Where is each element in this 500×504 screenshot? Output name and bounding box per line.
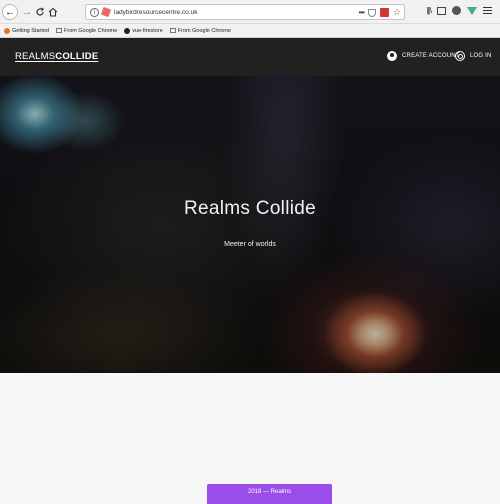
vue-devtools-icon[interactable] bbox=[467, 6, 477, 15]
site-logo[interactable]: REALMSCOLLIDE bbox=[15, 51, 98, 62]
ghostery-icon[interactable] bbox=[452, 6, 461, 15]
reload-button[interactable] bbox=[33, 5, 47, 19]
bookmark-label: From Google Chrome bbox=[64, 27, 118, 34]
url-text[interactable]: ladybirdresourcecentre.co.uk bbox=[114, 9, 197, 16]
bookmark-label: vue-firestore bbox=[132, 27, 163, 34]
folder-icon bbox=[56, 28, 62, 33]
hero-subtitle: Meeter of worlds bbox=[224, 241, 276, 248]
address-bar[interactable]: i ladybirdresourcecentre.co.uk ••• ☆ bbox=[85, 4, 405, 20]
home-icon bbox=[48, 7, 58, 17]
log-in-label: LOG IN bbox=[470, 53, 492, 59]
fingerprint-icon bbox=[455, 51, 465, 61]
forward-button[interactable]: → bbox=[20, 5, 34, 19]
page-actions-icon[interactable]: ••• bbox=[359, 8, 365, 17]
info-icon[interactable]: i bbox=[90, 7, 99, 17]
home-button[interactable] bbox=[46, 5, 60, 19]
hero-overlay bbox=[0, 76, 500, 373]
folder-icon bbox=[169, 28, 176, 33]
library-icon[interactable]: |||\ bbox=[427, 6, 433, 15]
create-account-label: CREATE ACCOUNT bbox=[402, 53, 460, 59]
create-account-link[interactable]: CREATE ACCOUNT bbox=[387, 51, 460, 61]
extension-icon[interactable] bbox=[379, 8, 389, 17]
page-content: 2018 — Realms bbox=[0, 373, 500, 504]
hamburger-menu-icon[interactable] bbox=[483, 7, 492, 14]
bookmark-vue-firestore[interactable]: vue-firestore bbox=[124, 27, 163, 34]
bookmark-label: From Google Chrome bbox=[177, 27, 231, 34]
bookmark-from-google-chrome[interactable]: From Google Chrome bbox=[56, 28, 117, 34]
hero-title: Realms Collide bbox=[184, 198, 316, 219]
bookmark-getting-started[interactable]: Getting Started bbox=[4, 27, 49, 34]
firefox-icon bbox=[4, 27, 10, 34]
bookmarks-bar: Getting Started From Google Chrome vue-f… bbox=[0, 24, 500, 38]
browser-nav-bar: ← → i ladybirdresourcecentre.co.uk ••• ☆… bbox=[0, 0, 500, 24]
pocket-icon[interactable] bbox=[367, 8, 376, 17]
bookmark-star-icon[interactable]: ☆ bbox=[393, 7, 401, 18]
github-icon bbox=[124, 27, 131, 34]
reload-icon bbox=[36, 7, 45, 16]
site-identity-icon[interactable] bbox=[100, 6, 112, 18]
sidebar-icon[interactable] bbox=[437, 6, 446, 15]
logo-light-text: REALMS bbox=[15, 51, 56, 62]
logo-bold-text: COLLIDE bbox=[55, 51, 99, 62]
log-in-link[interactable]: LOG IN bbox=[455, 51, 492, 61]
back-button[interactable]: ← bbox=[2, 4, 18, 20]
hero-banner: Realms Collide Meeter of worlds bbox=[0, 76, 500, 373]
user-add-icon bbox=[387, 51, 397, 61]
site-header: REALMSCOLLIDE CREATE ACCOUNT LOG IN bbox=[0, 38, 500, 76]
bookmark-from-google-chrome-2[interactable]: From Google Chrome bbox=[169, 27, 231, 34]
bookmark-label: Getting Started bbox=[12, 27, 49, 34]
footer-button[interactable]: 2018 — Realms bbox=[207, 484, 332, 504]
